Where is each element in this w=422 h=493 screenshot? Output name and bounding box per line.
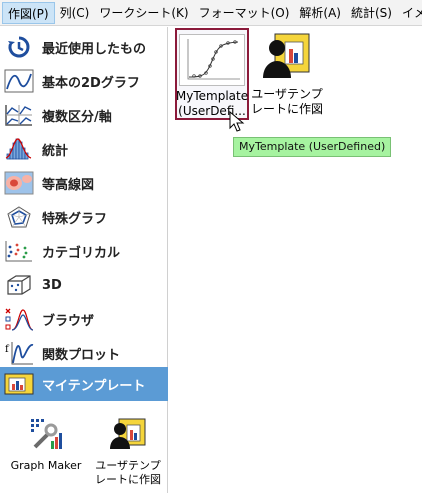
plot-user-template-label: ユーザテンプ レートに作図 [95,459,161,487]
plot-user-template-tile[interactable]: ユーザテンプ レートに作図 [90,417,166,487]
sidebar-item-label: 基本の2Dグラフ [42,75,140,91]
sidebar-item-contour[interactable]: 等高線図 [0,167,168,199]
template-tile-plot-user-template[interactable]: ユーザテンプ レートに作図 [251,30,323,120]
sidebar-item-label: マイテンプレート [42,378,146,394]
label-line: ユーザテンプ [251,87,323,101]
my-template-icon [4,371,34,397]
cube-icon [4,272,34,298]
multi-panel-icon [4,102,34,128]
sidebar-item-label: 関数プロット [42,347,121,363]
menu-analysis[interactable]: 解析(A) [294,2,346,24]
sidebar-item-recent[interactable]: 最近使用したもの [0,31,168,63]
contour-icon [4,170,34,196]
template-tooltip: MyTemplate (UserDefined) [233,137,392,157]
browser-icon [4,306,34,332]
sidebar-item-specialized[interactable]: 特殊グラフ [0,201,168,233]
sidebar-item-label: カテゴリカル [42,245,121,261]
sidebar-item-label: 最近使用したもの [42,41,147,57]
sidebar-item-label: ブラウザ [42,313,95,329]
template-tile-mytemplate[interactable]: MyTemplate (UserDefi... [175,28,249,120]
sidebar-item-label: 特殊グラフ [42,211,108,227]
recent-icon [4,34,34,60]
mouse-cursor-icon [229,111,245,132]
histogram-icon [4,136,34,162]
category-sidebar: 最近使用したもの 基本の2Dグラフ 複数区分/軸 統計 等高線図 特殊グラフ カ… [0,27,168,493]
label-line: ユーザテンプ [95,459,161,472]
sidebar-item-categorical[interactable]: カテゴリカル [0,235,168,267]
sidebar-item-label: 等高線図 [42,177,95,193]
label-line: MyTemplate [175,89,249,103]
menu-bar: 作図(P) 列(C) ワークシート(K) フォーマット(O) 解析(A) 統計(… [0,0,422,26]
template-thumbnail [179,34,245,86]
sidebar-item-3d[interactable]: 3D [0,269,168,301]
user-template-icon [109,417,147,455]
graph-maker-tile[interactable]: Graph Maker [8,417,84,473]
label-line: レートに作図 [95,473,161,486]
user-template-icon [261,30,313,84]
sidebar-item-multi-panel[interactable]: 複数区分/軸 [0,99,168,131]
label-line: レートに作図 [251,102,324,116]
sidebar-item-statistics[interactable]: 統計 [0,133,168,165]
menu-plot[interactable]: 作図(P) [2,1,55,24]
template-gallery: MyTemplate (UserDefi... ユーザテンプ レートに作図 [169,27,422,493]
sidebar-item-basic-2d[interactable]: 基本の2Dグラフ [0,65,168,97]
sidebar-item-label: 統計 [42,143,69,159]
sidebar-item-label: 複数区分/軸 [42,109,112,125]
sidebar-item-function-plot[interactable]: f 関数プロット [0,337,168,369]
line-graph-icon [4,68,34,94]
function-plot-icon: f [4,340,34,366]
menu-format[interactable]: フォーマット(O) [194,2,295,24]
sidebar-item-label: 3D [42,277,62,293]
menu-statistics[interactable]: 統計(S) [346,2,397,24]
menu-image[interactable]: イメー [397,2,422,24]
sidebar-item-my-templates[interactable]: マイテンプレート [0,367,168,401]
graph-maker-icon [29,417,63,455]
template-label: ユーザテンプ レートに作図 [251,87,323,117]
sidebar-item-browser[interactable]: ブラウザ [0,303,168,335]
categorical-icon [4,238,34,264]
menu-column[interactable]: 列(C) [55,2,95,24]
graph-maker-label: Graph Maker [10,459,82,472]
svg-text:f: f [5,344,10,355]
radar-icon [4,204,34,230]
menu-worksheet[interactable]: ワークシート(K) [94,2,193,24]
